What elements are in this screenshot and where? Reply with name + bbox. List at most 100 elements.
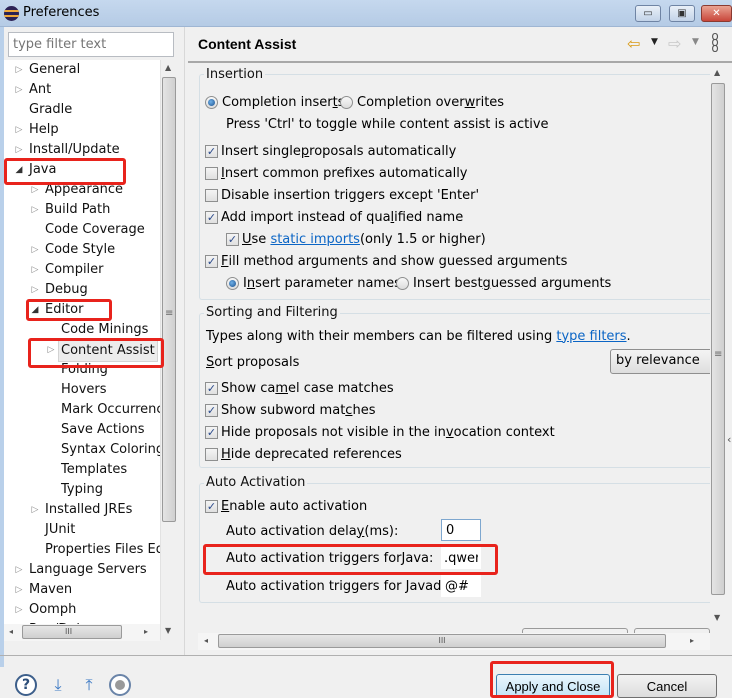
cancel-button[interactable]: Cancel — [617, 674, 717, 698]
content-horizontal-scrollbar[interactable]: ◂ III ▸ — [198, 633, 710, 650]
tree-item-label: Language Servers — [29, 562, 147, 577]
eclipse-icon — [4, 6, 19, 21]
collapse-panel-icon[interactable]: ‹ — [727, 433, 731, 446]
insert-common-prefixes-checkbox[interactable]: Insert common prefixes automatically — [205, 164, 468, 182]
tree-item-label: General — [29, 62, 81, 77]
checkbox-checked-icon: ✓ — [205, 144, 218, 158]
radio-indicator — [340, 95, 353, 109]
enable-auto-activation-checkbox[interactable]: ✓ Enable auto activation — [205, 497, 367, 515]
toggle-hint: Press 'Ctrl' to toggle while content ass… — [226, 116, 549, 132]
title-bar — [0, 0, 732, 27]
collapsed-twisty-icon[interactable]: ▷ — [14, 120, 24, 140]
collapsed-twisty-icon[interactable]: ▷ — [14, 560, 24, 580]
close-button[interactable]: ✕ — [701, 5, 732, 22]
tree-vertical-scrollbar[interactable]: ▲ ≡ ▼ — [160, 60, 177, 640]
collapsed-twisty-icon[interactable]: ▷ — [30, 240, 40, 260]
tree-item-label: Build Path — [45, 202, 111, 217]
checkbox-checked-icon: ✓ — [205, 381, 218, 395]
tree-item-label: Properties Files Editor — [45, 542, 160, 557]
grip-icon: ≡ — [714, 349, 723, 360]
panel-splitter[interactable] — [184, 27, 187, 655]
export-icon[interactable]: ⤒ — [78, 674, 100, 696]
java-triggers-label: Auto activation triggers for Java: — [226, 550, 434, 566]
tree-item-label: Oomph — [29, 602, 77, 617]
scroll-down-arrow[interactable]: ▼ — [714, 613, 720, 622]
show-camel-case-checkbox[interactable]: ✓ Show ca m el case matches — [205, 379, 394, 397]
auto-activation-delay-input[interactable] — [441, 519, 481, 541]
show-subword-matches-checkbox[interactable]: ✓ Show subword mat c hes — [205, 401, 375, 419]
expanded-twisty-icon[interactable]: ◢ — [30, 300, 40, 320]
completion-inserts-radio[interactable]: Completion inserts — [205, 93, 344, 111]
back-arrow-icon[interactable]: ⇦ — [627, 34, 640, 53]
insert-single-proposals-checkbox[interactable]: ✓ Insert single p roposals automatically — [205, 142, 456, 160]
scroll-right-arrow[interactable]: ▸ — [690, 636, 694, 645]
sort-proposals-select[interactable]: by relevance ▼ — [610, 349, 710, 374]
disable-insertion-triggers-checkbox[interactable]: Disable insertion triggers except 'Enter… — [205, 186, 479, 204]
tree-horizontal-scrollbar[interactable]: ◂ III ▸ — [4, 624, 160, 641]
content-assist-page: Insertion Completion inserts Completion … — [188, 63, 710, 628]
tree-item-label: Syntax Coloring — [61, 442, 160, 457]
hide-not-visible-checkbox[interactable]: ✓ Hide proposals not visible in the in v o… — [205, 423, 555, 441]
add-import-checkbox[interactable]: ✓ Add import instead of qua l ified name — [205, 208, 463, 226]
tree-item-label: Installed JREs — [45, 502, 133, 517]
tree-horizontal-scroll-thumb[interactable]: III — [22, 625, 122, 639]
collapsed-twisty-icon[interactable]: ▷ — [14, 580, 24, 600]
content-horizontal-scroll-thumb[interactable]: III — [218, 634, 666, 648]
forward-arrow-icon[interactable]: ⇨ — [668, 34, 681, 53]
collapsed-twisty-icon[interactable]: ▷ — [30, 500, 40, 520]
maximize-button[interactable]: ▣ — [669, 5, 695, 22]
tree-item-label: Java — [29, 162, 57, 177]
completion-overwrites-radio[interactable]: Completion over w rites — [340, 93, 504, 111]
tree-item-label: Code Minings — [61, 322, 149, 337]
content-vertical-scroll-thumb[interactable]: ≡ — [711, 83, 725, 595]
checkbox-checked-icon: ✓ — [205, 499, 218, 513]
collapsed-twisty-icon[interactable]: ▷ — [14, 80, 24, 100]
hide-deprecated-checkbox[interactable]: Hide deprecated references — [205, 445, 402, 463]
collapsed-twisty-icon[interactable]: ▷ — [14, 140, 24, 160]
apply-and-close-button[interactable]: Apply and Close — [496, 674, 610, 698]
record-icon[interactable] — [109, 674, 131, 696]
tree-item-label: Debug — [45, 282, 88, 297]
back-history-dropdown-icon[interactable]: ▼ — [651, 37, 658, 47]
collapsed-twisty-icon[interactable]: ▷ — [30, 260, 40, 280]
content-vertical-scrollbar[interactable]: ▲ ≡ ▼ — [710, 63, 727, 628]
tree-item-label: Editor — [45, 302, 84, 317]
tree-vertical-scroll-thumb[interactable]: ≡ — [162, 77, 176, 522]
tree-item-label: Mark Occurrences — [61, 402, 160, 417]
view-menu-icon[interactable]: ooo — [711, 30, 719, 54]
scroll-up-arrow[interactable]: ▲ — [165, 63, 171, 72]
checkbox-unchecked-icon — [205, 188, 218, 202]
help-icon[interactable]: ? — [15, 674, 37, 696]
filter-input[interactable] — [8, 32, 174, 57]
collapsed-twisty-icon[interactable]: ▷ — [30, 280, 40, 300]
insert-parameter-names-radio[interactable]: In sert parameter names — [226, 274, 401, 292]
tree-item-label: Gradle — [29, 102, 73, 117]
fill-method-arguments-checkbox[interactable]: ✓ Fill method arguments and show guessed… — [205, 252, 567, 270]
forward-history-dropdown-icon[interactable]: ▼ — [692, 37, 699, 47]
use-static-imports-checkbox[interactable]: ✓ Use static imports (only 1.5 or higher… — [226, 230, 486, 248]
scroll-right-arrow[interactable]: ▸ — [144, 627, 148, 636]
collapsed-twisty-icon[interactable]: ▷ — [46, 340, 56, 360]
tree-item-label: Code Style — [45, 242, 116, 257]
static-imports-link[interactable]: static imports — [270, 232, 360, 247]
tree-item-label: Appearance — [45, 182, 124, 197]
type-filters-link[interactable]: type filters — [556, 329, 626, 344]
collapsed-twisty-icon[interactable]: ▷ — [30, 200, 40, 220]
javadoc-triggers-input[interactable] — [441, 575, 481, 597]
type-filters-text: Types along with their members can be fi… — [206, 328, 631, 344]
scroll-left-arrow[interactable]: ◂ — [204, 636, 208, 645]
collapsed-twisty-icon[interactable]: ▷ — [14, 600, 24, 620]
scroll-down-arrow[interactable]: ▼ — [165, 626, 171, 635]
expanded-twisty-icon[interactable]: ◢ — [14, 160, 24, 180]
scroll-left-arrow[interactable]: ◂ — [9, 627, 13, 636]
insert-best-guessed-radio[interactable]: Insert best g uessed arguments — [396, 274, 611, 292]
collapsed-twisty-icon[interactable]: ▷ — [14, 60, 24, 80]
minimize-button[interactable]: ▭ — [635, 5, 661, 22]
collapsed-twisty-icon[interactable]: ▷ — [30, 180, 40, 200]
tree-item-label: Save Actions — [61, 422, 145, 437]
scroll-up-arrow[interactable]: ▲ — [714, 68, 720, 77]
import-icon[interactable]: ⤓ — [47, 674, 69, 696]
auto-activation-delay-label: Auto activation dela y (ms): — [226, 523, 399, 539]
tree-item-label: Hovers — [61, 382, 107, 397]
java-triggers-input[interactable] — [441, 547, 481, 569]
